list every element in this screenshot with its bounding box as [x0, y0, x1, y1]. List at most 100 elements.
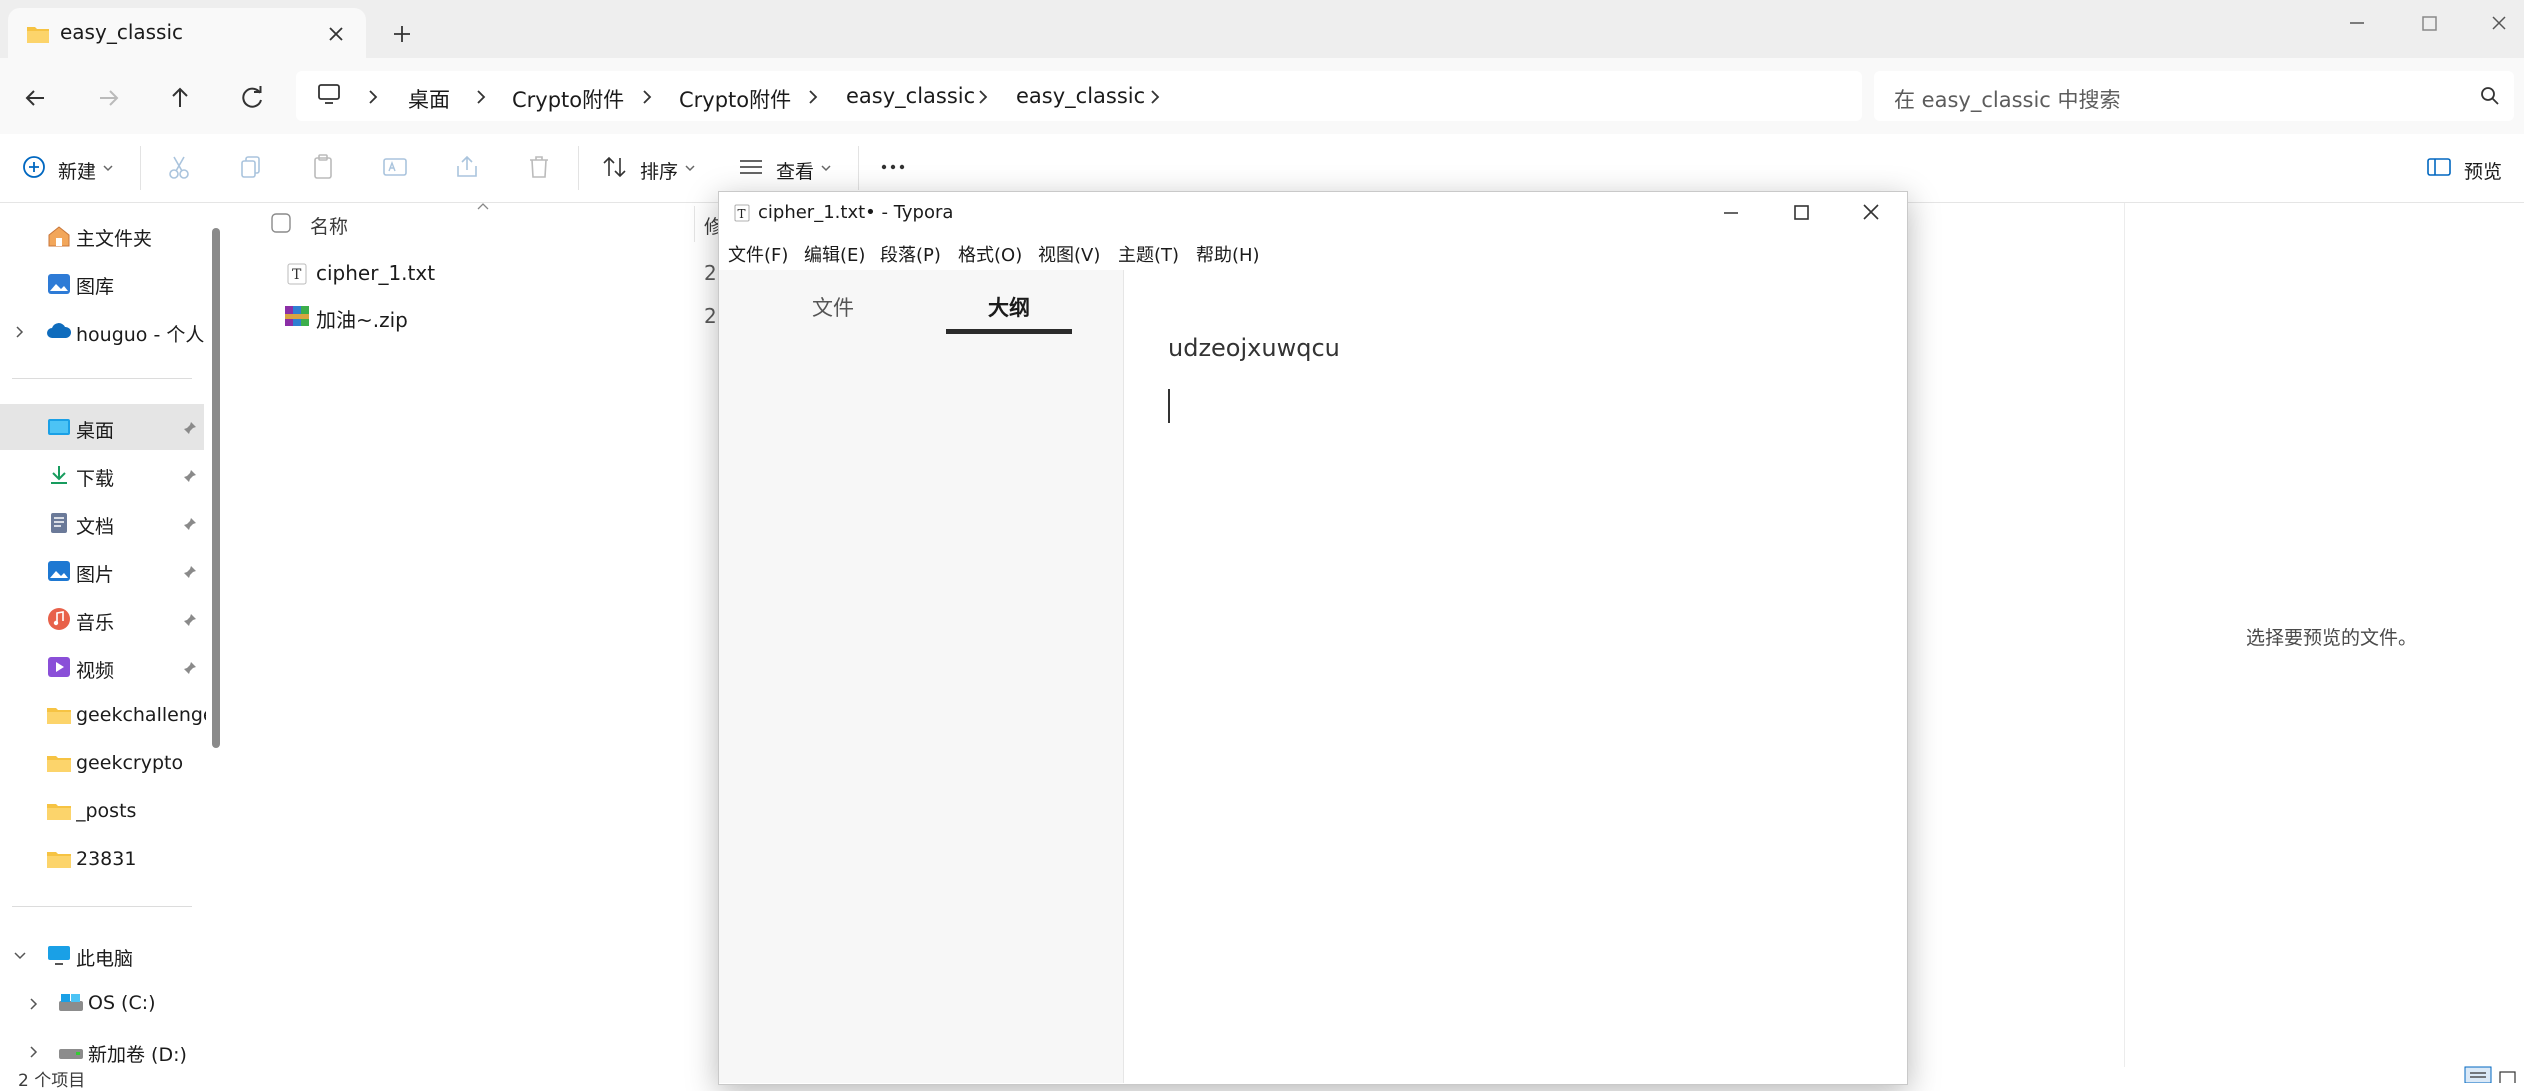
menu-item-edit[interactable]: 编辑(E): [804, 241, 865, 267]
delete-icon[interactable]: [524, 152, 554, 182]
pin-icon[interactable]: [182, 564, 198, 580]
tiles-view-icon[interactable]: [2498, 1070, 2518, 1083]
back-icon[interactable]: [18, 80, 54, 116]
breadcrumb-item[interactable]: Crypto附件: [679, 84, 791, 114]
rename-icon[interactable]: [380, 152, 410, 182]
active-tab-indicator: [946, 329, 1072, 334]
breadcrumb-item[interactable]: easy_classic: [846, 84, 975, 108]
view-icon[interactable]: [736, 152, 766, 182]
tab-files[interactable]: 文件: [812, 292, 854, 322]
divider: [858, 146, 859, 190]
chevron-down-icon[interactable]: [102, 164, 114, 172]
new-icon[interactable]: [20, 152, 50, 182]
sidebar-item-label: 下载: [76, 468, 115, 490]
music-icon: [46, 607, 72, 631]
sidebar-item-label: 新加卷 (D:): [88, 1044, 187, 1066]
typora-minimize-icon[interactable]: [1714, 200, 1748, 226]
more-options-icon[interactable]: [878, 152, 908, 182]
share-icon[interactable]: [452, 152, 482, 182]
desktop-icon: [46, 416, 72, 438]
file-date: 20: [704, 261, 718, 285]
sidebar-item-label: 文档: [76, 516, 115, 538]
breadcrumb-chevron-icon[interactable]: [1148, 88, 1162, 106]
tab-title: easy_classic: [60, 20, 184, 44]
minimize-icon[interactable]: [2334, 6, 2380, 40]
pin-icon[interactable]: [182, 468, 198, 484]
document-icon: [46, 512, 72, 534]
typora-sidebar: [719, 270, 1124, 1083]
folder-icon: [46, 753, 72, 773]
text-cursor: [1168, 389, 1170, 423]
tab-close-icon[interactable]: [322, 20, 350, 48]
refresh-icon[interactable]: [234, 80, 270, 116]
video-icon: [46, 656, 72, 678]
close-window-icon[interactable]: [2476, 6, 2522, 40]
menu-item-paragraph[interactable]: 段落(P): [880, 241, 941, 267]
computer-icon: [46, 944, 72, 966]
breadcrumb-chevron-icon[interactable]: [366, 88, 380, 106]
select-all-checkbox[interactable]: [270, 212, 292, 234]
new-button[interactable]: 新建: [58, 157, 96, 184]
paste-icon[interactable]: [308, 152, 338, 182]
menu-item-help[interactable]: 帮助(H): [1196, 241, 1260, 267]
sidebar-item-label: geekcrypto: [76, 752, 184, 774]
view-button[interactable]: 查看: [776, 157, 814, 184]
gallery-icon: [46, 272, 72, 296]
chevron-down-icon[interactable]: [820, 164, 832, 172]
breadcrumb-item[interactable]: easy_classic: [1016, 84, 1145, 108]
svg-text:T: T: [292, 267, 302, 283]
breadcrumb-chevron-icon[interactable]: [976, 88, 990, 106]
tab-outline[interactable]: 大纲: [988, 292, 1030, 322]
column-divider[interactable]: [694, 206, 695, 242]
breadcrumb-chevron-icon[interactable]: [474, 88, 488, 106]
sidebar-item-label: 桌面: [76, 420, 115, 442]
preview-pane-icon[interactable]: [2424, 152, 2454, 182]
breadcrumb-item[interactable]: 桌面: [408, 84, 450, 114]
cut-icon[interactable]: [164, 152, 194, 182]
up-icon[interactable]: [162, 80, 198, 116]
breadcrumb-chevron-icon[interactable]: [806, 88, 820, 106]
cloud-icon: [46, 322, 72, 340]
sidebar-scrollbar[interactable]: [212, 228, 220, 748]
typora-maximize-icon[interactable]: [1784, 200, 1818, 226]
new-tab-icon[interactable]: [388, 20, 416, 48]
file-name: 加油~.zip: [316, 308, 408, 332]
menu-item-file[interactable]: 文件(F): [728, 241, 788, 267]
typora-close-icon[interactable]: [1854, 200, 1888, 226]
column-header-name[interactable]: 名称: [310, 212, 348, 239]
home-icon: [46, 224, 72, 248]
copy-icon[interactable]: [236, 152, 266, 182]
typora-window-title: cipher_1.txt• - Typora: [758, 202, 954, 223]
menu-item-theme[interactable]: 主题(T): [1118, 241, 1179, 267]
pin-icon[interactable]: [182, 660, 198, 676]
sidebar-item-label: 视频: [76, 660, 115, 682]
search-input[interactable]: 在 easy_classic 中搜索: [1894, 84, 2121, 114]
details-view-icon[interactable]: [2464, 1066, 2492, 1083]
folder-icon: [46, 801, 72, 821]
typora-logo-icon: T: [734, 204, 750, 222]
chevron-down-icon[interactable]: [684, 164, 696, 172]
folder-icon: [26, 24, 50, 44]
folder-icon: [46, 849, 72, 869]
menu-item-format[interactable]: 格式(O): [958, 241, 1022, 267]
sidebar-item-label: 主文件夹: [76, 228, 153, 250]
sort-icon[interactable]: [600, 152, 630, 182]
editor-text-line[interactable]: udzeojxuwqcu: [1168, 334, 1340, 362]
sort-button[interactable]: 排序: [640, 157, 678, 184]
forward-icon[interactable]: [90, 80, 126, 116]
search-icon[interactable]: [2478, 84, 2502, 108]
pictures-icon: [46, 560, 72, 582]
maximize-icon[interactable]: [2406, 6, 2452, 40]
pin-icon[interactable]: [182, 516, 198, 532]
breadcrumb-chevron-icon[interactable]: [640, 88, 654, 106]
breadcrumb-item[interactable]: Crypto附件: [512, 84, 624, 114]
sidebar-item-label: OS (C:): [88, 992, 156, 1014]
zip-archive-icon: [284, 304, 310, 328]
menu-item-view[interactable]: 视图(V): [1038, 241, 1100, 267]
computer-icon[interactable]: [316, 82, 344, 108]
preview-button[interactable]: 预览: [2464, 157, 2502, 184]
sidebar-item-label: 23831: [76, 848, 137, 870]
pin-icon[interactable]: [182, 420, 198, 436]
divider: [578, 146, 579, 190]
pin-icon[interactable]: [182, 612, 198, 628]
